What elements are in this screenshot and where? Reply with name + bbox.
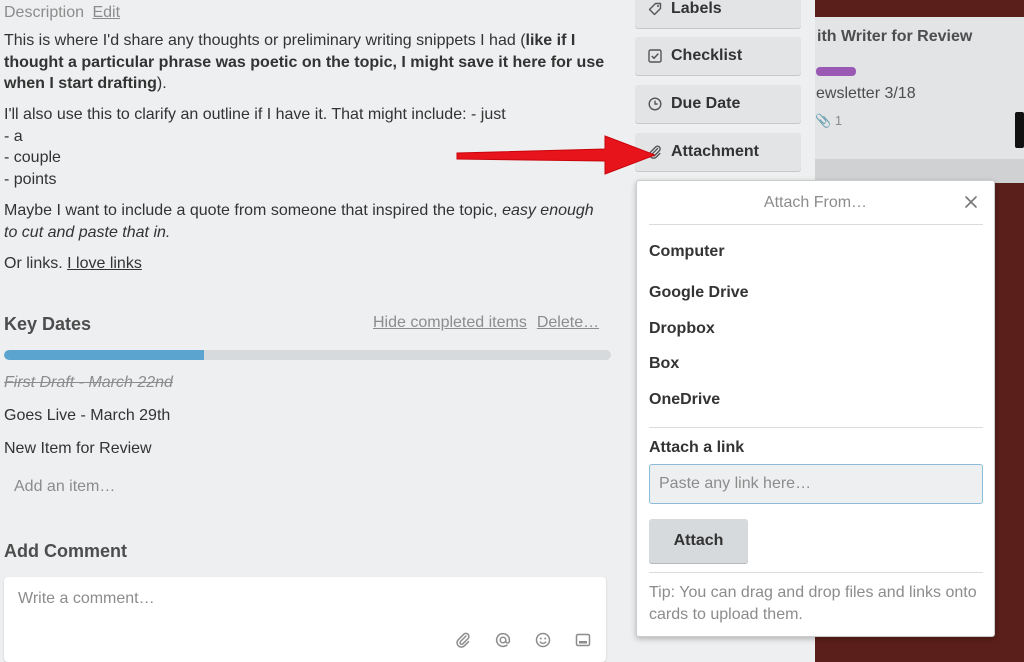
description-paragraph-4: Or links. I love links — [4, 253, 610, 275]
checklist-title: Key Dates — [4, 314, 92, 334]
labels-button[interactable]: Labels — [635, 0, 801, 28]
checklist-item[interactable]: New Item for Review — [4, 440, 152, 458]
attach-from-dropbox[interactable]: Dropbox — [649, 320, 715, 338]
due-date-button[interactable]: Due Date — [635, 85, 801, 123]
checklist-item[interactable]: Goes Live - March 29th — [4, 407, 170, 425]
para4-text: Or links. — [4, 255, 68, 272]
description-paragraph-3: Maybe I want to include a quote from som… — [4, 200, 610, 243]
description-header: Description Edit — [4, 4, 120, 22]
at-icon[interactable] — [494, 631, 512, 649]
annotation-arrow — [456, 135, 655, 175]
checkbox-icon — [648, 49, 662, 63]
checklist-progress — [4, 350, 611, 360]
emoji-icon[interactable] — [534, 631, 552, 649]
labels-button-label: Labels — [671, 0, 722, 17]
attachment-button-label: Attachment — [671, 143, 760, 160]
para1-text: This is where I'd share any thoughts or … — [4, 32, 526, 49]
board-card-thumbnail — [1015, 112, 1024, 148]
popover-title: Attach From… — [763, 194, 868, 211]
attach-from-computer[interactable]: Computer — [649, 243, 725, 261]
checklist-actions: Hide completed items Delete… — [373, 314, 599, 332]
attach-from-box[interactable]: Box — [649, 355, 679, 373]
comment-input[interactable]: Write a comment… — [4, 577, 606, 662]
board-card-label — [816, 67, 856, 76]
attach-button[interactable]: Attach — [649, 519, 748, 563]
paperclip-icon[interactable] — [454, 631, 472, 649]
paperclip-icon: 📎 — [815, 113, 832, 128]
checklist-item[interactable]: First Draft - March 22nd — [4, 374, 173, 392]
edit-description-link[interactable]: Edit — [92, 4, 120, 21]
comment-toolbar — [454, 631, 592, 649]
checklist-progress-fill — [4, 350, 205, 360]
close-icon[interactable] — [964, 195, 978, 209]
delete-checklist-link[interactable]: Delete… — [537, 314, 599, 331]
checklist-button-label: Checklist — [671, 47, 743, 64]
attach-from-onedrive[interactable]: OneDrive — [649, 391, 720, 409]
board-card-text: ewsletter 3/18 — [816, 85, 916, 102]
attachment-button[interactable]: Attachment — [635, 133, 801, 171]
attach-link-input[interactable] — [649, 464, 983, 504]
hide-completed-link[interactable]: Hide completed items — [373, 314, 527, 331]
attach-popover: Attach From… Computer Google Drive Dropb… — [636, 180, 995, 637]
description-link[interactable]: I love links — [67, 255, 142, 272]
card-icon[interactable] — [574, 631, 592, 649]
para2-line: I'll also use this to clarify an outline… — [4, 106, 506, 123]
clock-icon — [648, 97, 662, 111]
attach-from-google-drive[interactable]: Google Drive — [649, 284, 749, 302]
description-paragraph-1: This is where I'd share any thoughts or … — [4, 30, 610, 95]
para3-text: Maybe I want to include a quote from som… — [4, 202, 503, 219]
popover-tip: Tip: You can drag and drop files and lin… — [649, 584, 977, 623]
add-comment-title: Add Comment — [4, 541, 127, 561]
board-card-title: ith Writer for Review — [817, 28, 973, 45]
tag-icon — [648, 2, 662, 16]
attachment-count: 1 — [834, 113, 843, 128]
popover-divider — [649, 572, 983, 573]
board-card-meta: 📎 1 — [815, 113, 842, 129]
checklist-button[interactable]: Checklist — [635, 37, 801, 75]
description-heading: Description — [4, 4, 85, 21]
add-checklist-item[interactable]: Add an item… — [14, 478, 115, 496]
due-date-button-label: Due Date — [671, 95, 741, 112]
popover-divider — [649, 224, 983, 225]
attach-link-label: Attach a link — [649, 439, 745, 456]
comment-placeholder: Write a comment… — [18, 590, 155, 607]
popover-divider — [649, 427, 983, 428]
para1-end: ). — [156, 75, 167, 92]
